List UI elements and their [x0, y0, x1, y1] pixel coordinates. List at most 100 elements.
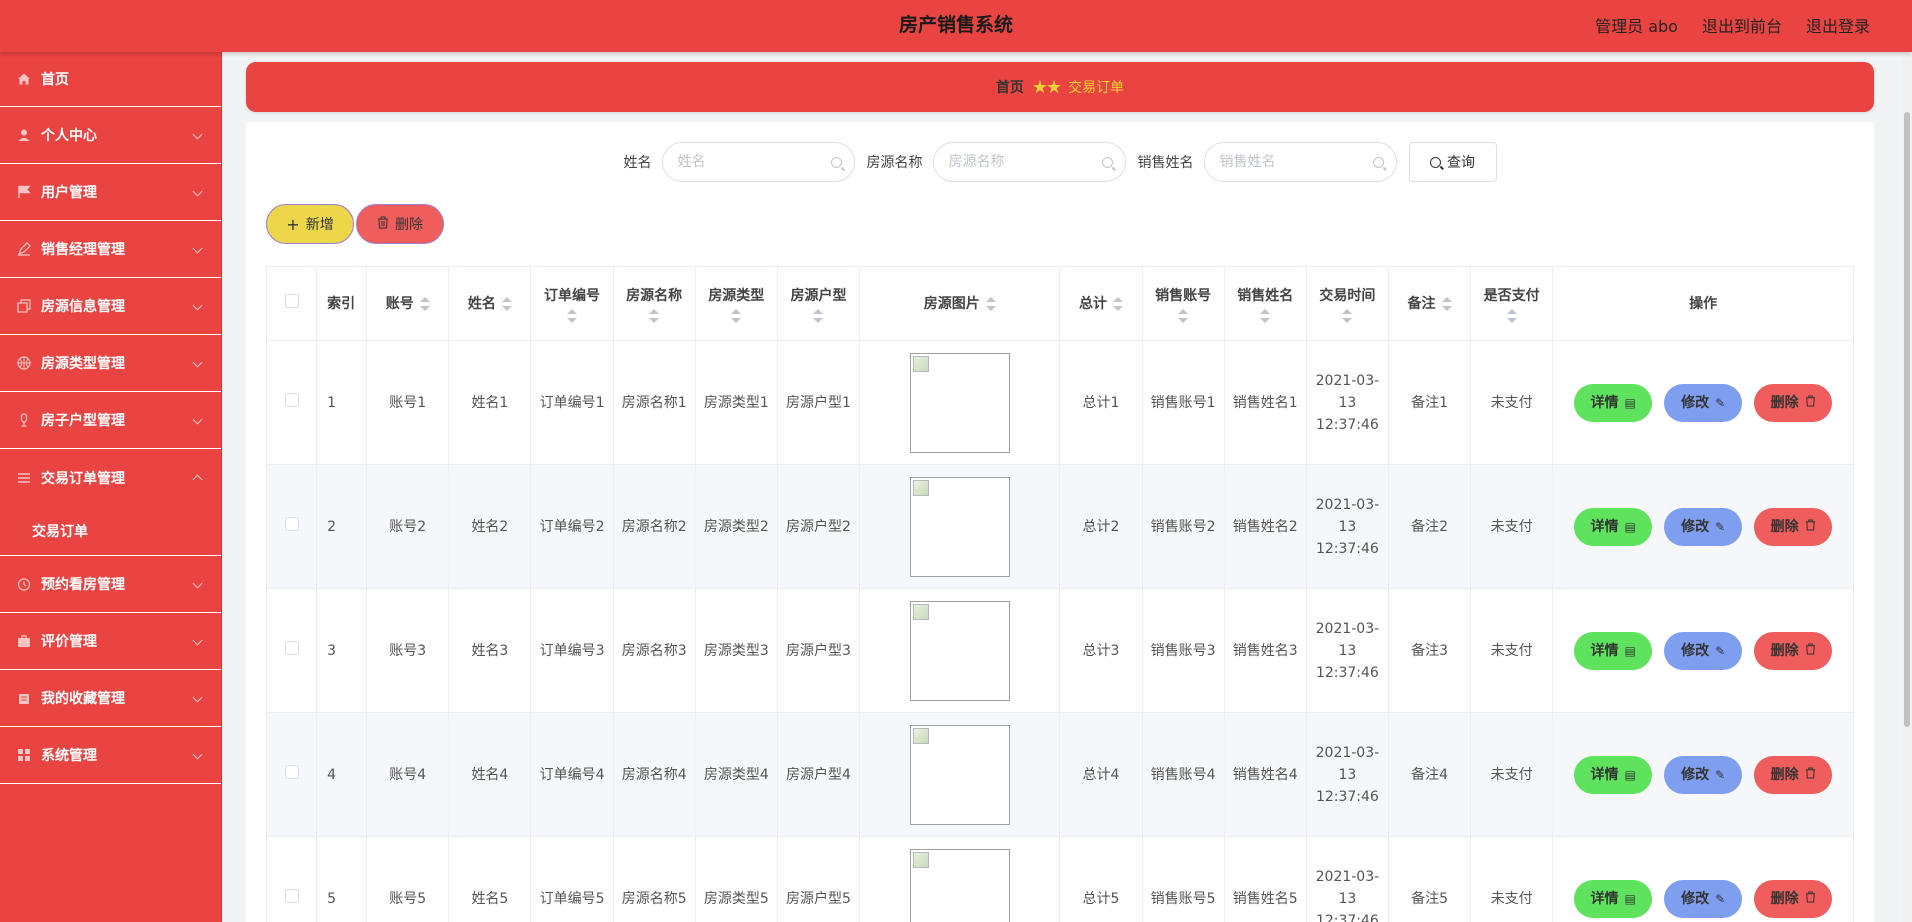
cell-operations: 详情 ▤ 修改 ✎ 删除: [1552, 464, 1854, 589]
row-checkbox[interactable]: [284, 764, 299, 779]
sort-icon[interactable]: [1342, 308, 1353, 323]
header-house-type[interactable]: 房源类型: [694, 266, 778, 341]
name-search-field[interactable]: [661, 142, 855, 182]
sidebar-item-favorites[interactable]: 我的收藏管理: [0, 670, 221, 727]
row-checkbox[interactable]: [284, 516, 299, 531]
trash-icon: [1805, 764, 1816, 786]
header-house-layout[interactable]: 房源户型: [776, 266, 861, 341]
document-icon: ▤: [1624, 643, 1636, 658]
sidebar-item-orders[interactable]: 交易订单管理: [0, 449, 221, 506]
cell-sales-account: 销售账号5: [1141, 836, 1225, 922]
edit-button[interactable]: 修改 ✎: [1664, 631, 1743, 670]
sidebar-item-system[interactable]: 系统管理: [0, 727, 221, 784]
edit-button[interactable]: 修改 ✎: [1664, 383, 1743, 422]
sidebar-item-house-layout[interactable]: 房子户型管理: [0, 392, 221, 449]
cell-order-no: 订单编号4: [530, 712, 614, 837]
header-name[interactable]: 姓名: [448, 266, 532, 341]
sort-icon[interactable]: [1441, 296, 1452, 311]
header-sales-account[interactable]: 销售账号: [1141, 266, 1225, 341]
cell-house-name: 房源名称3: [612, 588, 696, 713]
cell-house-image: [859, 588, 1061, 713]
cell-house-name: 房源名称2: [612, 464, 696, 589]
edit-button[interactable]: 修改 ✎: [1664, 755, 1743, 794]
row-checkbox[interactable]: [284, 888, 299, 903]
query-button[interactable]: 查询: [1408, 142, 1497, 182]
logout-link[interactable]: 退出登录: [1806, 13, 1870, 37]
sales-name-search-field[interactable]: [1203, 142, 1397, 182]
header-house-image[interactable]: 房源图片: [859, 266, 1061, 341]
select-all-checkbox[interactable]: [284, 293, 299, 308]
detail-button[interactable]: 详情 ▤: [1574, 879, 1653, 918]
name-input[interactable]: [662, 143, 854, 181]
breadcrumb-home[interactable]: 首页: [996, 77, 1024, 97]
sidebar-item-home[interactable]: 首页: [0, 52, 221, 107]
sidebar-item-house-type[interactable]: 房源类型管理: [0, 335, 221, 392]
cell-sales-name: 销售姓名2: [1223, 464, 1307, 589]
header-total[interactable]: 总计: [1059, 266, 1143, 341]
edit-button[interactable]: 修改 ✎: [1664, 879, 1743, 918]
sort-icon[interactable]: [501, 296, 512, 311]
select-all-cell: [265, 266, 318, 341]
detail-button[interactable]: 详情 ▤: [1574, 631, 1653, 670]
sort-icon[interactable]: [649, 308, 660, 323]
sort-icon[interactable]: [419, 296, 430, 311]
header-house-name[interactable]: 房源名称: [612, 266, 696, 341]
scrollbar-thumb[interactable]: [1904, 112, 1910, 727]
sort-icon[interactable]: [1260, 308, 1271, 323]
add-button[interactable]: + 新增: [266, 204, 354, 244]
header-paid[interactable]: 是否支付: [1470, 266, 1554, 341]
pencil-icon: ✎: [1715, 643, 1726, 658]
cell-order-no: 订单编号2: [530, 464, 614, 589]
sort-icon[interactable]: [813, 308, 824, 323]
page-scrollbar[interactable]: [1902, 52, 1912, 922]
sales-name-input[interactable]: [1204, 143, 1396, 181]
sort-icon[interactable]: [567, 308, 578, 323]
sort-icon[interactable]: [985, 296, 996, 311]
cell-house-layout: 房源户型2: [776, 464, 861, 589]
detail-button[interactable]: 详情 ▤: [1574, 755, 1653, 794]
sidebar-item-sales-manager[interactable]: 销售经理管理: [0, 221, 221, 278]
detail-button[interactable]: 详情 ▤: [1574, 507, 1653, 546]
house-name-search-field[interactable]: [932, 142, 1126, 182]
search-icon: [1101, 157, 1113, 168]
cell-trade-time: 2021-03-13 12:37:46: [1305, 588, 1389, 713]
house-name-input[interactable]: [933, 143, 1125, 181]
sidebar-item-user-management[interactable]: 用户管理: [0, 164, 221, 221]
cell-total: 总计5: [1059, 836, 1143, 922]
delete-button[interactable]: 删除: [1754, 383, 1833, 422]
cell-index: 4: [316, 712, 368, 837]
cell-paid: 未支付: [1470, 340, 1554, 465]
header-trade-time[interactable]: 交易时间: [1305, 266, 1389, 341]
header-order-no[interactable]: 订单编号: [530, 266, 614, 341]
cell-total: 总计2: [1059, 464, 1143, 589]
detail-button[interactable]: 详情 ▤: [1574, 383, 1653, 422]
cell-paid: 未支付: [1470, 588, 1554, 713]
delete-button[interactable]: 删除: [1754, 755, 1833, 794]
grid-icon: [16, 747, 32, 763]
sidebar-item-viewing[interactable]: 预约看房管理: [0, 556, 221, 613]
header-sales-name[interactable]: 销售姓名: [1223, 266, 1307, 341]
chevron-down-icon: [192, 692, 203, 703]
sort-icon[interactable]: [1178, 308, 1189, 323]
edit-button[interactable]: 修改 ✎: [1664, 507, 1743, 546]
cell-note: 备注2: [1387, 464, 1472, 589]
row-checkbox[interactable]: [284, 640, 299, 655]
sort-icon[interactable]: [1506, 308, 1517, 323]
header-account[interactable]: 账号: [366, 266, 450, 341]
sort-icon[interactable]: [731, 308, 742, 323]
cell-index: 1: [316, 340, 368, 465]
cell-name: 姓名5: [448, 836, 532, 922]
delete-button[interactable]: 删除: [1754, 507, 1833, 546]
cell-trade-time: 2021-03-13 12:37:46: [1305, 464, 1389, 589]
sort-icon[interactable]: [1112, 296, 1123, 311]
sidebar-subitem-orders[interactable]: 交易订单: [0, 506, 221, 556]
batch-delete-button[interactable]: 删除: [356, 204, 444, 244]
sidebar-item-house-info[interactable]: 房源信息管理: [0, 278, 221, 335]
front-link[interactable]: 退出到前台: [1702, 13, 1782, 37]
row-checkbox[interactable]: [284, 392, 299, 407]
sidebar-item-personal-center[interactable]: 个人中心: [0, 107, 221, 164]
delete-button[interactable]: 删除: [1754, 879, 1833, 918]
sidebar-item-reviews[interactable]: 评价管理: [0, 613, 221, 670]
header-note[interactable]: 备注: [1387, 266, 1472, 341]
delete-button[interactable]: 删除: [1754, 631, 1833, 670]
